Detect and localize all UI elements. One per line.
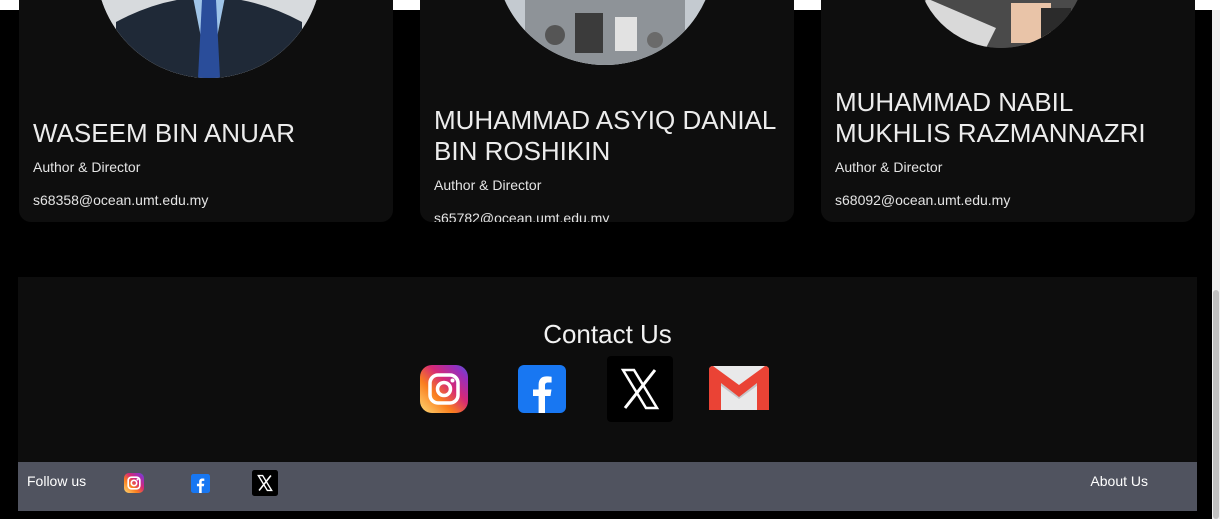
member-role: Author & Director [33, 159, 141, 175]
x-icon[interactable] [252, 470, 278, 496]
team-card: WASEEM BIN ANUAR Author & Director s6835… [19, 0, 393, 222]
member-photo [495, 0, 715, 65]
member-email: s68358@ocean.umt.edu.my [33, 192, 209, 208]
facebook-icon[interactable] [191, 474, 210, 493]
team-card: MUHAMMAD ASYIQ DANIAL BIN ROSHIKIN Autho… [420, 0, 794, 222]
contact-title: Contact Us [543, 319, 672, 349]
member-name: MUHAMMAD ASYIQ DANIAL BIN ROSHIKIN [434, 105, 776, 166]
page-scrollbar-thumb[interactable] [1213, 290, 1219, 519]
member-photo [96, 0, 322, 78]
member-email: s68092@ocean.umt.edu.my [835, 192, 1011, 208]
contact-section: Contact Us [18, 277, 1197, 462]
team-card: MUHAMMAD NABIL MUKHLIS RAZMANNAZRI Autho… [821, 0, 1195, 222]
facebook-icon[interactable] [518, 365, 566, 413]
instagram-icon[interactable] [420, 365, 468, 413]
member-role: Author & Director [835, 159, 943, 175]
follow-us-label: Follow us [27, 473, 87, 489]
member-role: Author & Director [434, 177, 542, 193]
member-email: s65782@ocean.umt.edu.my [434, 210, 610, 222]
footer-bar: Follow us About Us [18, 462, 1197, 511]
gmail-icon[interactable] [707, 363, 771, 413]
x-icon[interactable] [607, 356, 673, 422]
instagram-icon[interactable] [124, 473, 144, 493]
member-name: MUHAMMAD NABIL MUKHLIS RAZMANNAZRI [835, 87, 1146, 148]
about-us-link[interactable]: About Us [1090, 473, 1148, 489]
member-photo [916, 0, 1086, 48]
member-name: WASEEM BIN ANUAR [33, 118, 295, 148]
